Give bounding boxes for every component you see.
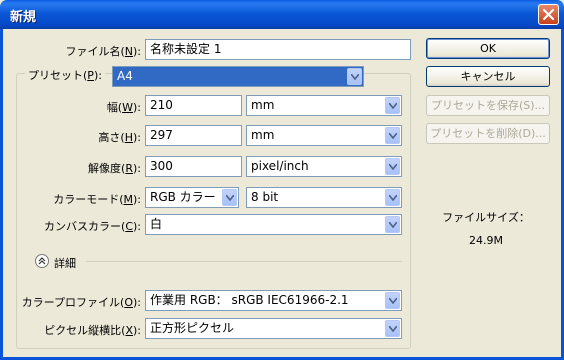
chevron-down-icon bbox=[389, 103, 397, 109]
height-unit-dropdown-button[interactable] bbox=[385, 127, 400, 144]
height-label: 高さ(H): bbox=[98, 131, 141, 144]
resolution-unit-dropdown-button[interactable] bbox=[385, 158, 400, 175]
file-size-label: ファイルサイズ： bbox=[442, 211, 530, 224]
width-input[interactable]: 210 bbox=[145, 95, 242, 116]
delete-preset-button[interactable]: プリセットを削除(D)... bbox=[426, 123, 550, 144]
chevron-down-icon bbox=[389, 164, 397, 170]
dialog-title: 新規 bbox=[10, 10, 37, 25]
preset-select[interactable]: A4 bbox=[112, 66, 364, 87]
width-unit-select[interactable]: mm bbox=[246, 95, 402, 116]
height-unit-select[interactable]: mm bbox=[246, 125, 402, 146]
width-label: 幅(W): bbox=[106, 101, 141, 114]
chevron-down-icon bbox=[389, 222, 397, 228]
color-profile-dropdown-button[interactable] bbox=[385, 292, 400, 309]
file-size-value: 24.9M bbox=[469, 234, 503, 247]
chevron-down-icon bbox=[389, 133, 397, 139]
resolution-label: 解像度(R): bbox=[88, 162, 141, 175]
chevron-down-icon bbox=[389, 195, 397, 201]
pixel-aspect-select[interactable]: 正方形ピクセル bbox=[145, 318, 402, 339]
window-border-left bbox=[0, 29, 3, 360]
background-dropdown-button[interactable] bbox=[385, 216, 400, 233]
preset-dropdown-button[interactable] bbox=[347, 68, 362, 85]
chevron-down-icon bbox=[389, 298, 397, 304]
title-bar[interactable]: 新規 bbox=[0, 0, 564, 29]
color-mode-label: カラーモード(M): bbox=[53, 193, 141, 206]
resolution-input[interactable]: 300 bbox=[145, 156, 242, 177]
close-button[interactable] bbox=[538, 4, 559, 25]
chevron-down-icon bbox=[226, 195, 234, 201]
pixel-aspect-label: ピクセル縦横比(X): bbox=[44, 324, 141, 337]
color-mode-select[interactable]: RGB カラー bbox=[145, 187, 239, 208]
details-label: 詳細 bbox=[54, 257, 76, 270]
details-toggle-button[interactable] bbox=[35, 254, 49, 268]
color-mode-dropdown-button[interactable] bbox=[222, 189, 237, 206]
details-divider bbox=[86, 261, 402, 262]
color-profile-select[interactable]: 作業用 RGB： sRGB IEC61966-2.1 bbox=[145, 290, 402, 311]
new-document-dialog: 新規 ファイル名(N): 名称未設定 1 プリセット(P): A4 幅(W): … bbox=[0, 0, 564, 360]
pixel-aspect-dropdown-button[interactable] bbox=[385, 320, 400, 337]
save-preset-button[interactable]: プリセットを保存(S)... bbox=[426, 95, 550, 116]
resolution-unit-select[interactable]: pixel/inch bbox=[246, 156, 402, 177]
close-icon bbox=[542, 8, 555, 21]
ok-button[interactable]: OK bbox=[426, 38, 550, 59]
width-unit-dropdown-button[interactable] bbox=[385, 97, 400, 114]
name-label: ファイル名(N): bbox=[65, 45, 141, 58]
color-profile-label: カラープロファイル(O): bbox=[21, 296, 141, 309]
name-input[interactable]: 名称未設定 1 bbox=[145, 39, 411, 60]
chevron-up-icon bbox=[38, 257, 46, 265]
bit-depth-dropdown-button[interactable] bbox=[385, 189, 400, 206]
preset-label: プリセット(P): bbox=[25, 67, 105, 83]
background-label: カンバスカラー(C): bbox=[44, 220, 141, 233]
cancel-button[interactable]: キャンセル bbox=[426, 66, 550, 87]
height-input[interactable]: 297 bbox=[145, 125, 242, 146]
bit-depth-select[interactable]: 8 bit bbox=[246, 187, 402, 208]
chevron-down-icon bbox=[389, 326, 397, 332]
background-select[interactable]: 白 bbox=[145, 214, 402, 235]
chevron-down-icon bbox=[351, 74, 359, 80]
